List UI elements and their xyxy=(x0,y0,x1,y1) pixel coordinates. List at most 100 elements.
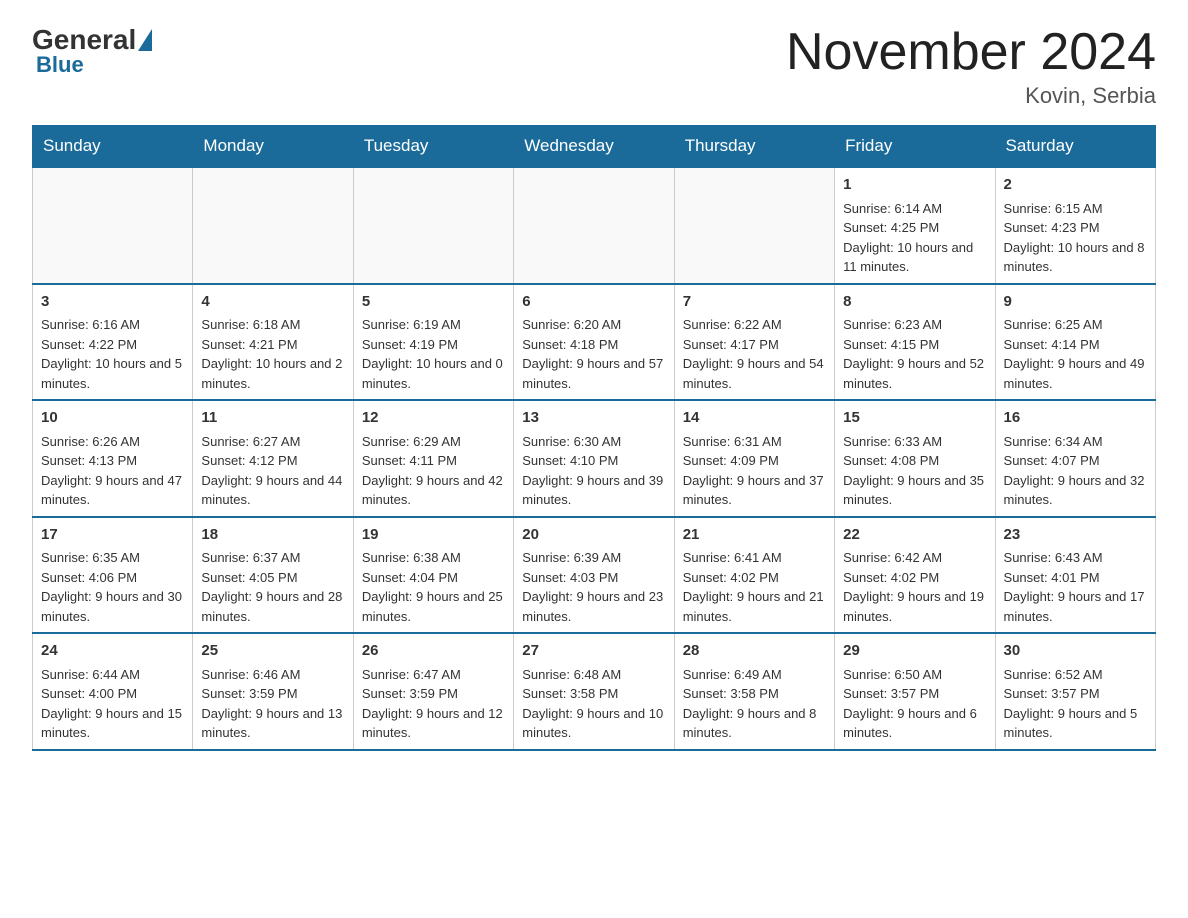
day-info: Sunrise: 6:50 AM xyxy=(843,665,986,685)
calendar-cell: 23Sunrise: 6:43 AMSunset: 4:01 PMDayligh… xyxy=(995,517,1155,634)
day-number: 11 xyxy=(201,407,344,430)
day-number: 30 xyxy=(1004,640,1147,663)
day-number: 27 xyxy=(522,640,665,663)
day-number: 16 xyxy=(1004,407,1147,430)
day-info: Daylight: 9 hours and 10 minutes. xyxy=(522,704,665,743)
day-info: Sunrise: 6:14 AM xyxy=(843,199,986,219)
day-number: 15 xyxy=(843,407,986,430)
day-info: Sunset: 4:17 PM xyxy=(683,335,826,355)
calendar-week-4: 24Sunrise: 6:44 AMSunset: 4:00 PM Dayligh… xyxy=(33,633,1156,750)
day-info: Daylight: 9 hours and 21 minutes. xyxy=(683,587,826,626)
day-info: Daylight: 9 hours and 5 minutes. xyxy=(1004,704,1147,743)
day-number: 2 xyxy=(1004,174,1147,197)
day-info: Sunset: 4:05 PM xyxy=(201,568,344,588)
logo: General Blue xyxy=(32,24,154,78)
day-info: Sunset: 4:22 PM xyxy=(41,335,184,355)
day-info: Daylight: 9 hours and 6 minutes. xyxy=(843,704,986,743)
day-info: Sunrise: 6:27 AM xyxy=(201,432,344,452)
day-info: Sunrise: 6:29 AM xyxy=(362,432,505,452)
day-info: Daylight: 9 hours and 25 minutes. xyxy=(362,587,505,626)
calendar-cell xyxy=(353,167,513,284)
calendar-cell: 18Sunrise: 6:37 AMSunset: 4:05 PMDayligh… xyxy=(193,517,353,634)
day-info: Sunrise: 6:43 AM xyxy=(1004,548,1147,568)
day-info: Daylight: 9 hours and 44 minutes. xyxy=(201,471,344,510)
calendar-cell: 16Sunrise: 6:34 AMSunset: 4:07 PMDayligh… xyxy=(995,400,1155,517)
day-info: Sunrise: 6:34 AM xyxy=(1004,432,1147,452)
calendar-header-tuesday: Tuesday xyxy=(353,126,513,168)
calendar-cell: 8Sunrise: 6:23 AMSunset: 4:15 PMDaylight… xyxy=(835,284,995,401)
day-number: 9 xyxy=(1004,291,1147,314)
day-info: Sunrise: 6:46 AM xyxy=(201,665,344,685)
day-info: Sunset: 4:23 PM xyxy=(1004,218,1147,238)
day-info: Sunrise: 6:33 AM xyxy=(843,432,986,452)
day-info: Daylight: 9 hours and 35 minutes. xyxy=(843,471,986,510)
day-number: 25 xyxy=(201,640,344,663)
calendar: SundayMondayTuesdayWednesdayThursdayFrid… xyxy=(32,125,1156,751)
day-info: Sunset: 3:59 PM xyxy=(362,684,505,704)
day-info: Sunrise: 6:19 AM xyxy=(362,315,505,335)
calendar-week-2: 10Sunrise: 6:26 AMSunset: 4:13 PMDayligh… xyxy=(33,400,1156,517)
day-info: Sunrise: 6:48 AM xyxy=(522,665,665,685)
day-number: 5 xyxy=(362,291,505,314)
day-info: Daylight: 9 hours and 23 minutes. xyxy=(522,587,665,626)
day-info: Sunrise: 6:25 AM xyxy=(1004,315,1147,335)
day-info: Daylight: 9 hours and 57 minutes. xyxy=(522,354,665,393)
day-info: Sunrise: 6:22 AM xyxy=(683,315,826,335)
day-info: Daylight: 9 hours and 49 minutes. xyxy=(1004,354,1147,393)
day-info: Daylight: 9 hours and 8 minutes. xyxy=(683,704,826,743)
calendar-cell: 7Sunrise: 6:22 AMSunset: 4:17 PMDaylight… xyxy=(674,284,834,401)
day-number: 4 xyxy=(201,291,344,314)
day-number: 3 xyxy=(41,291,184,314)
day-info: Daylight: 9 hours and 28 minutes. xyxy=(201,587,344,626)
day-info: Daylight: 9 hours and 19 minutes. xyxy=(843,587,986,626)
day-info: Sunrise: 6:18 AM xyxy=(201,315,344,335)
day-info: Sunset: 4:19 PM xyxy=(362,335,505,355)
day-number: 24 xyxy=(41,640,184,663)
calendar-cell: 3Sunrise: 6:16 AMSunset: 4:22 PMDaylight… xyxy=(33,284,193,401)
day-number: 13 xyxy=(522,407,665,430)
day-info: Daylight: 10 hours and 2 minutes. xyxy=(201,354,344,393)
day-info: Daylight: 9 hours and 54 minutes. xyxy=(683,354,826,393)
day-number: 18 xyxy=(201,524,344,547)
calendar-header-monday: Monday xyxy=(193,126,353,168)
day-info: Sunrise: 6:35 AM xyxy=(41,548,184,568)
day-number: 21 xyxy=(683,524,826,547)
calendar-cell: 25Sunrise: 6:46 AMSunset: 3:59 PMDayligh… xyxy=(193,633,353,750)
calendar-cell: 22Sunrise: 6:42 AMSunset: 4:02 PMDayligh… xyxy=(835,517,995,634)
day-info: Daylight: 10 hours and 5 minutes. xyxy=(41,354,184,393)
day-info: Sunset: 4:10 PM xyxy=(522,451,665,471)
calendar-header-saturday: Saturday xyxy=(995,126,1155,168)
day-info: Sunrise: 6:39 AM xyxy=(522,548,665,568)
day-info: Daylight: 9 hours and 13 minutes. xyxy=(201,704,344,743)
calendar-header-thursday: Thursday xyxy=(674,126,834,168)
title-area: November 2024 Kovin, Serbia xyxy=(786,24,1156,109)
day-number: 26 xyxy=(362,640,505,663)
day-info: Sunset: 4:07 PM xyxy=(1004,451,1147,471)
day-info: Sunrise: 6:44 AM xyxy=(41,665,184,685)
day-info: Sunrise: 6:37 AM xyxy=(201,548,344,568)
calendar-cell: 19Sunrise: 6:38 AMSunset: 4:04 PMDayligh… xyxy=(353,517,513,634)
day-info: Sunset: 4:02 PM xyxy=(843,568,986,588)
day-number: 8 xyxy=(843,291,986,314)
day-info: Sunset: 4:03 PM xyxy=(522,568,665,588)
day-info: Sunrise: 6:49 AM xyxy=(683,665,826,685)
day-number: 6 xyxy=(522,291,665,314)
day-number: 1 xyxy=(843,174,986,197)
day-info: Sunrise: 6:47 AM xyxy=(362,665,505,685)
calendar-week-3: 17Sunrise: 6:35 AMSunset: 4:06 PMDayligh… xyxy=(33,517,1156,634)
day-info: Daylight: 9 hours and 32 minutes. xyxy=(1004,471,1147,510)
calendar-cell: 27Sunrise: 6:48 AMSunset: 3:58 PMDayligh… xyxy=(514,633,674,750)
calendar-cell: 24Sunrise: 6:44 AMSunset: 4:00 PMDayligh… xyxy=(33,633,193,750)
day-info: Daylight: 9 hours and 42 minutes. xyxy=(362,471,505,510)
day-info: Sunset: 4:00 PM xyxy=(41,684,184,704)
day-info: Daylight: 9 hours and 17 minutes. xyxy=(1004,587,1147,626)
day-number: 12 xyxy=(362,407,505,430)
day-info: Sunset: 3:58 PM xyxy=(522,684,665,704)
day-info: Sunset: 4:18 PM xyxy=(522,335,665,355)
calendar-cell: 9Sunrise: 6:25 AMSunset: 4:14 PMDaylight… xyxy=(995,284,1155,401)
day-info: Sunset: 4:02 PM xyxy=(683,568,826,588)
day-info: Daylight: 9 hours and 37 minutes. xyxy=(683,471,826,510)
day-info: Daylight: 9 hours and 12 minutes. xyxy=(362,704,505,743)
day-info: Sunset: 3:58 PM xyxy=(683,684,826,704)
calendar-header-wednesday: Wednesday xyxy=(514,126,674,168)
